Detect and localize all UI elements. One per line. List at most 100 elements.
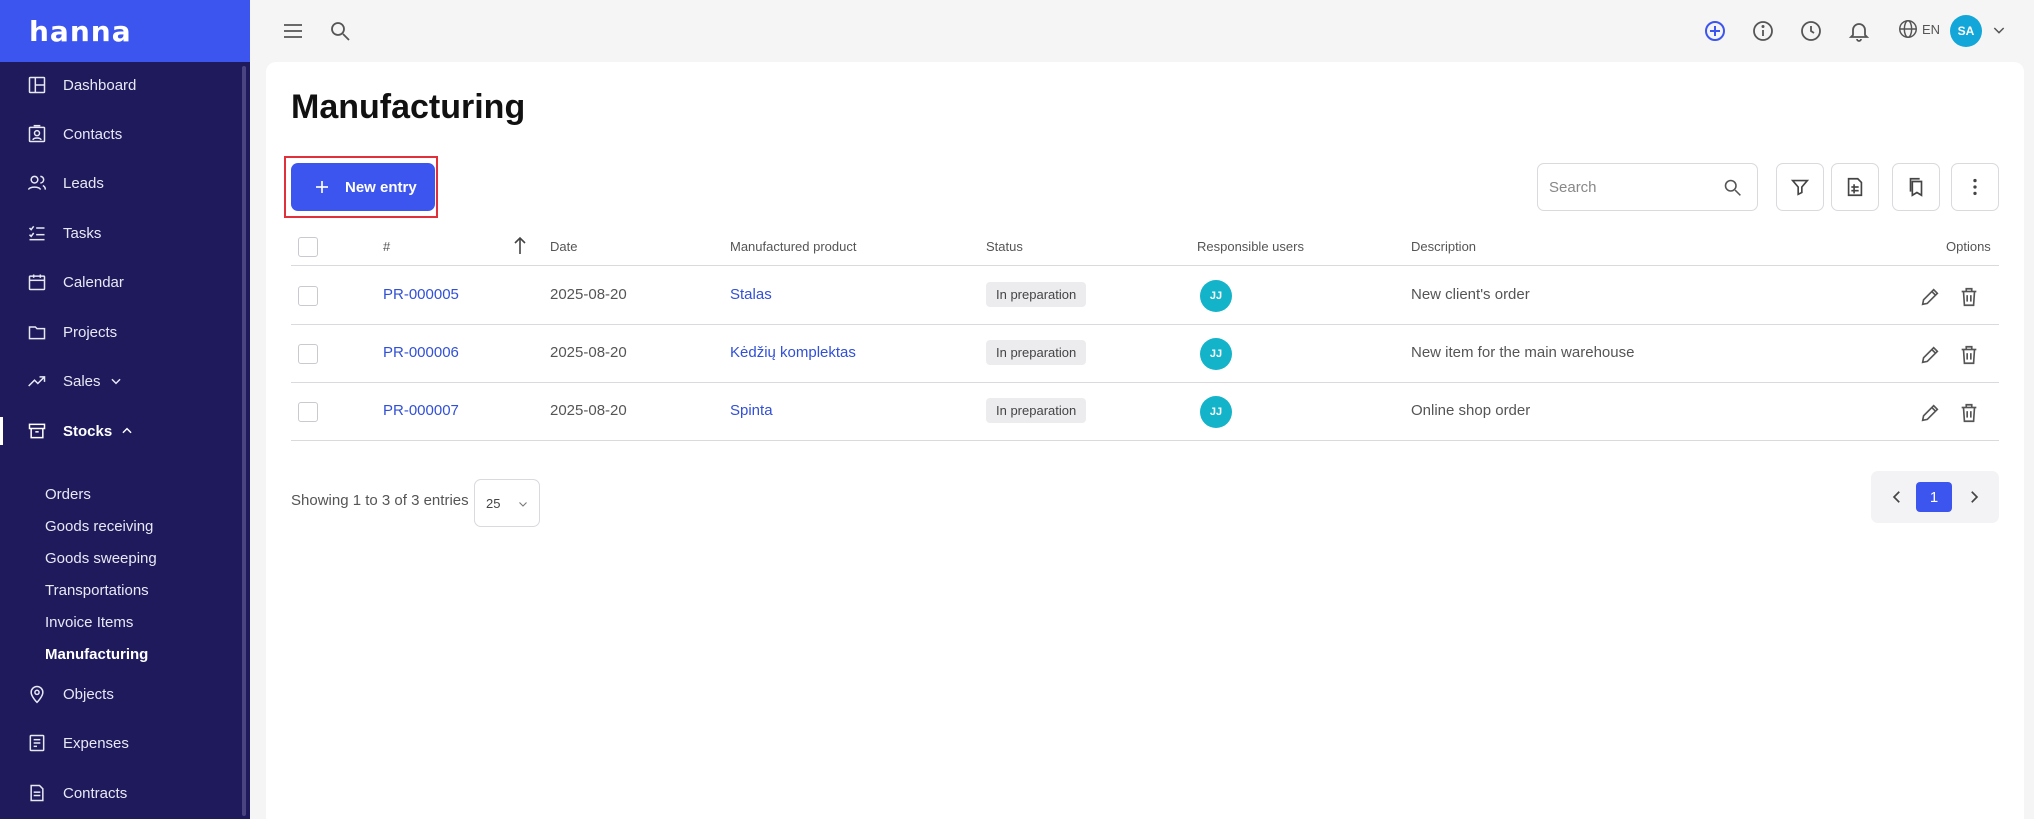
- user-initials: SA: [1957, 24, 1975, 38]
- notifications-button[interactable]: [1846, 18, 1872, 44]
- search-icon[interactable]: [1722, 177, 1743, 198]
- user-initials: JJ: [1209, 406, 1223, 418]
- sidebar-item-label: Leads: [63, 174, 104, 192]
- sidebar-item-contracts[interactable]: Contracts: [0, 773, 244, 813]
- sidebar-item-projects[interactable]: Projects: [0, 312, 244, 352]
- sidebar: hanna Dashboard Contacts Leads Tasks Cal…: [0, 0, 250, 819]
- status-badge: In preparation: [986, 340, 1087, 365]
- sidebar-item-label: Dashboard: [63, 76, 137, 94]
- trash-icon[interactable]: [1958, 344, 1980, 366]
- table-row[interactable]: PR-000007 2025-08-20 Spinta In preparati…: [291, 383, 1999, 441]
- user-avatar[interactable]: SA: [1950, 15, 1982, 47]
- sidebar-subitem-orders[interactable]: Orders: [45, 482, 91, 506]
- more-vertical-icon: [1973, 178, 1977, 196]
- language-code: EN: [1922, 21, 1941, 37]
- chevron-up-icon: [122, 427, 132, 434]
- responsible-user-avatar[interactable]: JJ: [1200, 396, 1232, 428]
- column-header-product[interactable]: Manufactured product: [730, 239, 856, 254]
- row-checkbox[interactable]: [298, 286, 318, 306]
- column-header-date[interactable]: Date: [550, 239, 577, 254]
- history-button[interactable]: [1798, 18, 1824, 44]
- sidebar-item-label: Sales: [63, 372, 101, 390]
- sidebar-item-objects[interactable]: Objects: [0, 674, 244, 714]
- edit-icon[interactable]: [1919, 402, 1941, 424]
- chevron-left-icon[interactable]: [1888, 488, 1906, 506]
- sidebar-item-label: Objects: [63, 685, 114, 703]
- row-number-link[interactable]: PR-000007: [383, 402, 459, 419]
- sidebar-item-expenses[interactable]: Expenses: [0, 723, 244, 763]
- more-options-button[interactable]: [1951, 163, 1999, 211]
- sidebar-item-contacts[interactable]: Contacts: [0, 114, 244, 154]
- sidebar-item-leads[interactable]: Leads: [0, 163, 244, 203]
- sidebar-scrollbar[interactable]: [242, 66, 246, 816]
- column-header-status[interactable]: Status: [986, 239, 1023, 254]
- row-product-link[interactable]: Kėdžių komplektas: [730, 344, 856, 361]
- column-header-number[interactable]: #: [383, 239, 390, 254]
- spreadsheet-icon: [1847, 177, 1863, 197]
- new-entry-label: New entry: [345, 178, 417, 196]
- page-button-current[interactable]: 1: [1916, 482, 1952, 512]
- trash-icon[interactable]: [1958, 402, 1980, 424]
- dashboard-icon: [28, 76, 46, 94]
- sidebar-subitem-transportations[interactable]: Transportations: [45, 578, 149, 602]
- column-header-description[interactable]: Description: [1411, 239, 1476, 254]
- row-product-link[interactable]: Stalas: [730, 286, 772, 303]
- archive-icon: [28, 423, 46, 439]
- row-checkbox[interactable]: [298, 344, 318, 364]
- sidebar-subitem-invoice-items[interactable]: Invoice Items: [45, 610, 133, 634]
- chevron-right-icon[interactable]: [1965, 488, 1983, 506]
- plus-circle-icon: [1705, 21, 1725, 41]
- page-number: 1: [1929, 488, 1939, 506]
- status-badge: In preparation: [986, 282, 1087, 307]
- menu-toggle-button[interactable]: [280, 18, 306, 44]
- sort-ascending-icon[interactable]: [513, 235, 527, 255]
- quick-add-button[interactable]: [1702, 18, 1728, 44]
- brand-logo[interactable]: hanna: [0, 0, 250, 62]
- edit-icon[interactable]: [1919, 344, 1941, 366]
- bell-icon: [1848, 23, 1870, 42]
- sidebar-subitem-goods-receiving[interactable]: Goods receiving: [45, 514, 153, 538]
- trash-icon[interactable]: [1958, 286, 1980, 308]
- row-checkbox[interactable]: [298, 402, 318, 422]
- sidebar-item-dashboard[interactable]: Dashboard: [0, 65, 244, 105]
- row-number-link[interactable]: PR-000006: [383, 344, 459, 361]
- page-size-select[interactable]: 25: [474, 479, 540, 527]
- sidebar-subitem-goods-sweeping[interactable]: Goods sweeping: [45, 546, 157, 570]
- chevron-down-icon: [519, 502, 527, 507]
- select-all-checkbox[interactable]: [298, 237, 318, 257]
- responsible-user-avatar[interactable]: JJ: [1200, 338, 1232, 370]
- map-pin-icon: [30, 685, 44, 704]
- saved-views-button[interactable]: [1892, 163, 1940, 211]
- sidebar-item-calendar[interactable]: Calendar: [0, 262, 244, 302]
- edit-icon[interactable]: [1919, 286, 1941, 308]
- row-date: 2025-08-20: [550, 402, 627, 419]
- filter-icon: [1790, 179, 1810, 196]
- sidebar-item-tasks[interactable]: Tasks: [0, 213, 244, 253]
- filter-button[interactable]: [1776, 163, 1824, 211]
- responsible-user-avatar[interactable]: JJ: [1200, 280, 1232, 312]
- row-product-link[interactable]: Spinta: [730, 402, 773, 419]
- search-input[interactable]: [1549, 178, 1719, 196]
- status-badge: In preparation: [986, 398, 1087, 423]
- info-button[interactable]: [1750, 18, 1776, 44]
- sidebar-item-stocks[interactable]: Stocks: [0, 411, 244, 451]
- trending-up-icon: [28, 376, 46, 387]
- language-selector[interactable]: EN: [1897, 18, 1940, 40]
- row-number-link[interactable]: PR-000005: [383, 286, 459, 303]
- table-row[interactable]: PR-000005 2025-08-20 Stalas In preparati…: [291, 267, 1999, 325]
- global-search-button[interactable]: [327, 18, 353, 44]
- plus-icon: [316, 181, 328, 193]
- chevron-down-icon[interactable]: [1991, 22, 2007, 38]
- table-row[interactable]: PR-000006 2025-08-20 Kėdžių komplektas I…: [291, 325, 1999, 383]
- export-button[interactable]: [1831, 163, 1879, 211]
- row-description: New client's order: [1411, 286, 1530, 303]
- chevron-down-icon: [110, 378, 121, 385]
- column-header-users[interactable]: Responsible users: [1197, 239, 1304, 254]
- sidebar-subitem-manufacturing[interactable]: Manufacturing: [45, 642, 148, 666]
- sidebar-item-label: Contacts: [63, 125, 123, 143]
- new-entry-button[interactable]: New entry: [291, 163, 435, 211]
- receipt-icon: [29, 734, 45, 752]
- brand-name: hanna: [29, 14, 132, 48]
- sidebar-item-sales[interactable]: Sales: [0, 361, 244, 401]
- pagination: 1: [1871, 471, 1999, 523]
